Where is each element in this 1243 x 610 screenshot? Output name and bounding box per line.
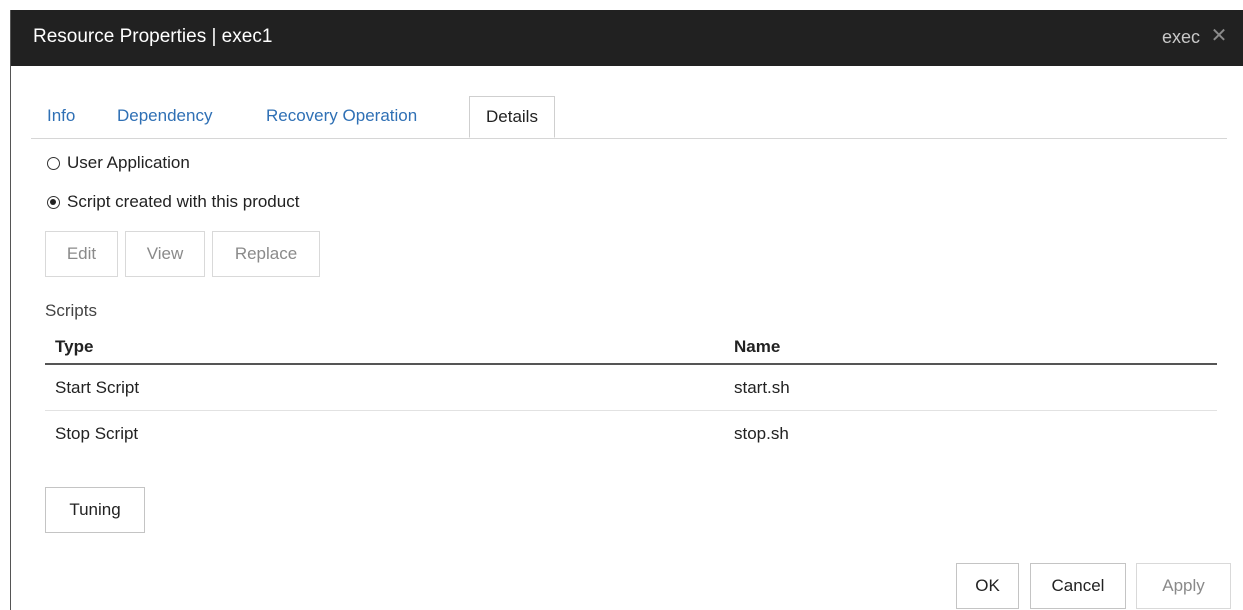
dialog-title: Resource Properties | exec1	[33, 26, 273, 47]
tab-dependency[interactable]: Dependency	[117, 96, 212, 138]
script-type: Start Script	[55, 377, 140, 397]
ok-button[interactable]: OK	[956, 563, 1019, 609]
tab-details[interactable]: Details	[469, 96, 555, 138]
resource-type-label: exec	[1161, 27, 1200, 47]
user-application-label: User Application	[67, 153, 190, 172]
close-icon[interactable]: ✕	[1208, 25, 1230, 47]
user-application-radio[interactable]	[47, 156, 60, 170]
column-header-name: Name	[734, 336, 781, 356]
view-button[interactable]: View	[125, 231, 205, 277]
edit-button[interactable]: Edit	[45, 231, 118, 277]
script-name: stop.sh	[734, 423, 789, 443]
script-type: Stop Script	[55, 423, 139, 443]
table-row[interactable]: Stop Script stop.sh	[45, 411, 1217, 456]
script-created-radio[interactable]	[47, 195, 60, 209]
script-created-label: Script created with this product	[67, 192, 300, 211]
script-name: start.sh	[734, 377, 790, 397]
replace-button[interactable]: Replace	[212, 231, 320, 277]
apply-button[interactable]: Apply	[1136, 563, 1231, 609]
user-application-option[interactable]: User Application	[47, 153, 190, 173]
title-bar: Resource Properties | exec1 exec ✕	[11, 10, 1243, 66]
resource-properties-dialog: Resource Properties | exec1 exec ✕ Info …	[10, 10, 1243, 610]
column-header-type: Type	[55, 336, 94, 356]
tab-info[interactable]: Info	[47, 96, 75, 138]
scripts-label: Scripts	[45, 301, 97, 320]
tab-bar: Info Dependency Recovery Operation Detai…	[31, 96, 1227, 139]
tuning-button[interactable]: Tuning	[45, 487, 145, 533]
cancel-button[interactable]: Cancel	[1030, 563, 1126, 609]
table-header: Type Name	[45, 330, 1217, 365]
scripts-table: Type Name Start Script start.sh Stop Scr…	[45, 330, 1217, 456]
tab-recovery-operation[interactable]: Recovery Operation	[266, 96, 417, 138]
script-created-option[interactable]: Script created with this product	[47, 192, 299, 212]
table-row[interactable]: Start Script start.sh	[45, 365, 1217, 411]
